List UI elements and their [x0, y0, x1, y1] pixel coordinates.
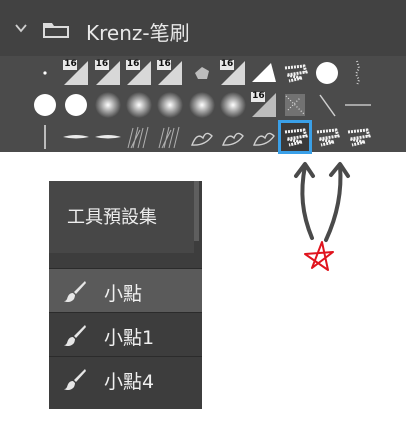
arrow-annotation — [294, 162, 350, 242]
arrow-left — [300, 164, 314, 240]
handwritten-annotation — [294, 162, 350, 271]
arrow-right — [324, 164, 343, 242]
star-annotation — [304, 241, 334, 271]
